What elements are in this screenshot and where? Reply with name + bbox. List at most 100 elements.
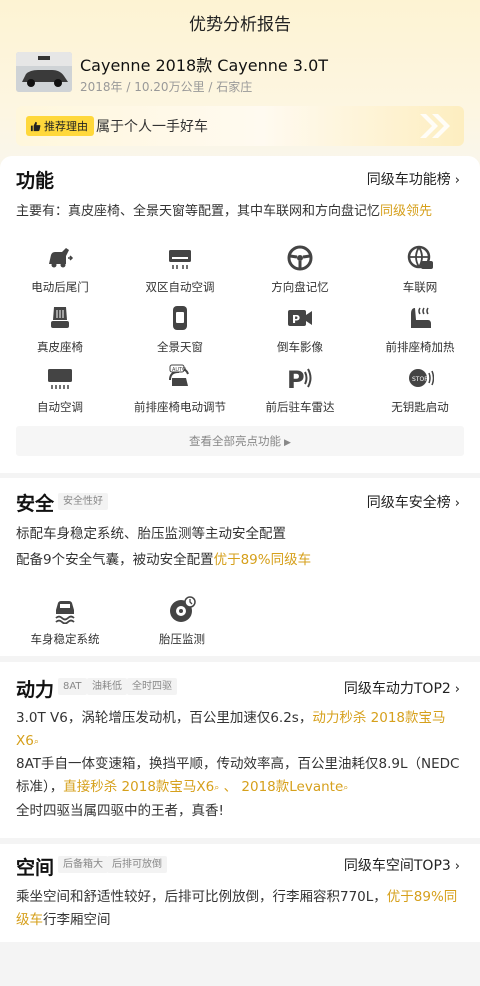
recommend-badge: 推荐理由 xyxy=(26,116,94,136)
feature-power-tailgate[interactable]: 电动后尾门 xyxy=(0,244,120,295)
function-summary-text: 主要有：真皮座椅、全景天窗等配置，其中车联网和方向盘记忆 xyxy=(16,204,381,219)
feature-power-seat[interactable]: AUTO 前排座椅电动调节 xyxy=(120,364,240,415)
tire-pressure-icon xyxy=(170,596,196,622)
space-text: 乘坐空间和舒适性较好，后排可比例放倒，行李厢容积770L，优于89%同级车行李厢… xyxy=(16,886,464,932)
play-right-icon: ▶ xyxy=(284,438,291,448)
feature-tire-pressure[interactable]: 胎压监测 xyxy=(122,596,242,647)
power-tag: 油耗低 xyxy=(87,678,127,695)
dual-zone-ac-icon xyxy=(169,250,191,269)
feature-parking-radar[interactable]: P 前后驻车雷达 xyxy=(240,364,360,415)
power-engine-desc: 3.0T V6，涡轮增压发动机，百公里加速仅6.2s， xyxy=(16,710,313,726)
feature-keyless-start[interactable]: STOP 无钥匙启动 xyxy=(360,364,480,415)
seat-heating-icon xyxy=(411,307,431,328)
space-rank-link[interactable]: 同级车空间TOP3 › xyxy=(344,855,460,875)
power-tailgate-icon xyxy=(49,248,74,268)
feature-label: 前后驻车雷达 xyxy=(265,400,335,414)
safety-tag: 安全性好 xyxy=(58,493,108,510)
stability-control-icon xyxy=(55,601,75,624)
panoramic-sunroof-icon xyxy=(173,306,187,330)
view-all-features-label: 查看全部亮点功能 xyxy=(189,434,282,448)
parking-radar-icon: P xyxy=(287,366,312,392)
space-tag: 后备箱大 xyxy=(58,856,108,873)
safety-line-1: 标配车身稳定系统、胎压监测等主动安全配置 xyxy=(16,526,286,542)
feature-label: 胎压监测 xyxy=(159,632,205,646)
feature-label: 电动后尾门 xyxy=(31,280,89,294)
space-tag: 后排可放倒 xyxy=(107,856,167,873)
feature-label: 自动空调 xyxy=(37,400,83,414)
car-name: Cayenne 2018款 Cayenne 3.0T xyxy=(80,56,329,75)
feature-auto-ac[interactable]: 自动空调 xyxy=(0,364,120,415)
feature-label: 无钥匙启动 xyxy=(391,400,449,414)
space-desc: 乘坐空间和舒适性较好，后排可比例放倒，行李厢容积770L， xyxy=(16,889,387,905)
safety-line-2-text: 配备9个安全气囊，被动安全配置 xyxy=(16,552,214,568)
safety-line-2-highlight: 优于89%同级车 xyxy=(213,552,312,568)
recommend-reason: 推荐理由 属于个人一手好车 xyxy=(16,106,464,146)
svg-text:AUTO: AUTO xyxy=(172,367,186,373)
function-rank-label: 同级车功能榜 xyxy=(366,172,451,188)
power-engine-highlight: 动力秒杀 xyxy=(312,710,367,726)
safety-line-2: 配备9个安全气囊，被动安全配置优于89%同级车 xyxy=(16,549,464,572)
power-engine-text: 3.0T V6，涡轮增压发动机，百公里加速仅6.2s，动力秒杀 2018款宝马X… xyxy=(16,707,464,754)
space-rank-label: 同级车空间TOP3 xyxy=(343,858,451,874)
thumbs-up-icon xyxy=(30,121,41,131)
power-rank-link[interactable]: 同级车动力TOP2 › xyxy=(344,678,460,698)
feature-dual-zone-ac[interactable]: 双区自动空调 xyxy=(120,244,240,295)
svg-text:P: P xyxy=(292,313,300,326)
feature-stability-control[interactable]: 车身稳定系统 xyxy=(5,596,125,647)
power-tag: 全时四驱 xyxy=(127,678,177,695)
feature-label: 全景天窗 xyxy=(157,340,203,354)
power-gearbox-highlight: 直接秒杀 xyxy=(63,779,118,795)
chevron-right-icon: › xyxy=(454,496,460,511)
recommend-badge-label: 推荐理由 xyxy=(44,120,88,133)
car-summary[interactable]: Cayenne 2018款 Cayenne 3.0T 2018年 / 10.20… xyxy=(16,52,464,96)
power-drive-text: 全时四驱当属四驱中的王者，真香! xyxy=(16,803,224,819)
feature-seat-heating[interactable]: 前排座椅加热 xyxy=(360,304,480,355)
feature-label: 前排座椅加热 xyxy=(385,340,455,354)
function-rank-link[interactable]: 同级车功能榜 › xyxy=(367,169,460,189)
power-rank-label: 同级车动力TOP2 xyxy=(343,681,451,697)
feature-label: 双区自动空调 xyxy=(145,280,215,294)
space-suffix: 行李厢空间 xyxy=(43,912,111,928)
page-title: 优势分析报告 xyxy=(189,15,291,35)
safety-section: 安全 安全性好 同级车安全榜 › 标配车身稳定系统、胎压监测等主动安全配置 配备9… xyxy=(0,478,480,656)
safety-rank-link[interactable]: 同级车安全榜 › xyxy=(367,492,460,512)
feature-connected-car[interactable]: 车联网 xyxy=(360,244,480,295)
car-meta: 2018年 / 10.20万公里 / 石家庄 xyxy=(80,80,253,94)
feature-label: 真皮座椅 xyxy=(37,340,83,354)
chevron-right-icon: › xyxy=(454,682,460,697)
view-all-features-button[interactable]: 查看全部亮点功能 ▶ xyxy=(16,426,464,456)
search-icon: ⌕ xyxy=(343,783,349,793)
svg-text:STOP: STOP xyxy=(412,376,428,383)
function-title: 功能 xyxy=(16,170,55,192)
decorative-arrows-icon xyxy=(420,114,450,138)
compare-car-link[interactable]: 2018款宝马X6 xyxy=(122,779,215,795)
feature-label: 车身稳定系统 xyxy=(30,632,100,646)
auto-ac-icon xyxy=(48,369,72,389)
chevron-right-icon: › xyxy=(454,859,460,874)
power-seat-icon: AUTO xyxy=(169,364,189,386)
power-tag: 8AT xyxy=(58,678,87,695)
function-summary: 主要有：真皮座椅、全景天窗等配置，其中车联网和方向盘记忆同级领先 xyxy=(16,200,464,223)
recommend-text: 属于个人一手好车 xyxy=(96,119,208,135)
feature-label: 方向盘记忆 xyxy=(271,280,329,294)
search-icon: ⌕ xyxy=(33,737,39,747)
safety-title: 安全 xyxy=(16,493,55,515)
separator: 、 xyxy=(223,779,238,795)
feature-label: 前排座椅电动调节 xyxy=(134,400,226,414)
space-section: 空间 后备箱大 后排可放倒 同级车空间TOP3 › 乘坐空间和舒适性较好，后排可比… xyxy=(0,844,480,942)
feature-label: 倒车影像 xyxy=(277,340,323,354)
compare-car-link[interactable]: 2018款Levante xyxy=(241,779,343,795)
chevron-right-icon: › xyxy=(454,173,460,188)
svg-text:P: P xyxy=(287,366,305,392)
car-photo-icon xyxy=(16,52,72,92)
leather-seat-icon xyxy=(51,307,69,328)
feature-label: 车联网 xyxy=(402,280,438,294)
feature-leather-seat[interactable]: 真皮座椅 xyxy=(0,304,120,355)
search-icon: ⌕ xyxy=(214,783,220,793)
power-gearbox-text: 8AT手自一体变速箱，换挡平顺，传动效率高，百公里油耗仅8.9L（NEDC标准）… xyxy=(16,753,464,800)
feature-panoramic-sunroof[interactable]: 全景天窗 xyxy=(120,304,240,355)
feature-steering-memory[interactable]: 方向盘记忆 xyxy=(240,244,360,295)
space-title: 空间 xyxy=(16,857,55,879)
connected-car-icon xyxy=(407,245,433,269)
feature-reverse-camera[interactable]: P 倒车影像 xyxy=(240,304,360,355)
